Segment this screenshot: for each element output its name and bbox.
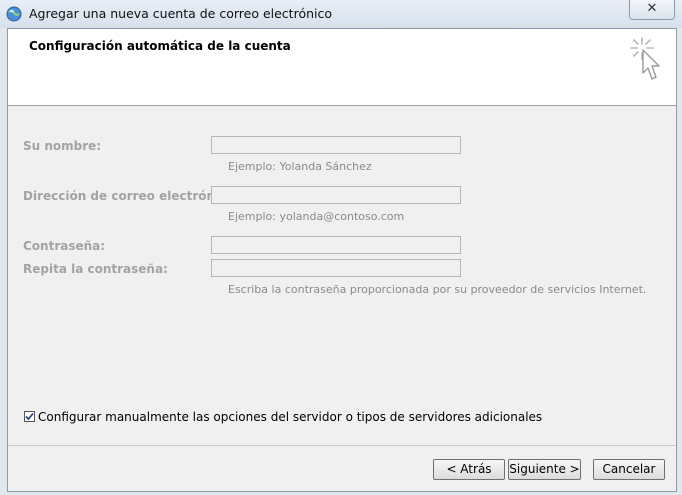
- next-button[interactable]: Siguiente >: [508, 459, 581, 480]
- password-label: Contraseña:: [23, 239, 106, 253]
- password-hint: Escriba la contraseña proporcionada por …: [228, 283, 647, 296]
- globe-icon: [6, 6, 22, 22]
- email-hint: Ejemplo: yolanda@contoso.com: [228, 210, 405, 223]
- email-label: Dirección de correo electrónico:: [23, 189, 240, 203]
- email-input[interactable]: [211, 186, 461, 204]
- back-button[interactable]: < Atrás: [433, 459, 505, 480]
- password-input[interactable]: [211, 236, 461, 254]
- checkmark-icon: [25, 412, 34, 421]
- footer-divider: [8, 445, 676, 446]
- name-input[interactable]: [211, 136, 461, 154]
- close-button[interactable]: ✕: [629, 0, 675, 20]
- cancel-button[interactable]: Cancelar: [593, 459, 665, 480]
- manual-config-checkbox[interactable]: [24, 411, 35, 422]
- window-title: Agregar una nueva cuenta de correo elect…: [29, 6, 333, 21]
- cursor-sparkle-icon: [630, 37, 660, 80]
- close-icon: ✕: [646, 1, 658, 16]
- title-bar: Agregar una nueva cuenta de correo elect…: [0, 0, 682, 28]
- manual-config-label: Configurar manualmente las opciones del …: [38, 409, 543, 424]
- page-title: Configuración automática de la cuenta: [29, 39, 291, 53]
- wizard-dialog: Configuración automática de la cuenta Su…: [7, 28, 677, 492]
- manual-config-option[interactable]: Configurar manualmente las opciones del …: [24, 409, 542, 424]
- name-label: Su nombre:: [23, 139, 102, 153]
- name-hint: Ejemplo: Yolanda Sánchez: [228, 160, 372, 173]
- repeat-password-label: Repita la contraseña:: [23, 262, 168, 276]
- wizard-header: Configuración automática de la cuenta: [8, 29, 676, 106]
- repeat-password-input[interactable]: [211, 259, 461, 277]
